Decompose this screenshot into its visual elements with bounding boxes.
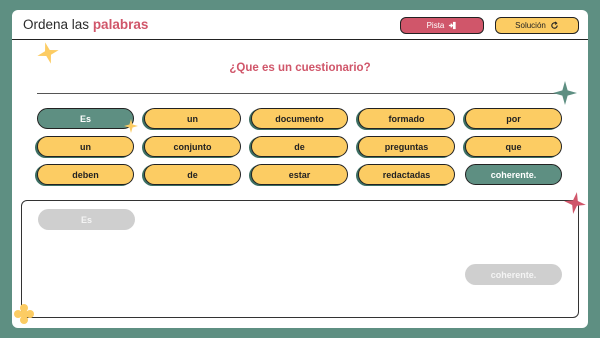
teal-star-icon — [553, 81, 577, 105]
word-chip-de[interactable]: de — [251, 136, 348, 157]
word-chip-un-2[interactable]: un — [37, 136, 134, 157]
word-chip-estar[interactable]: estar — [251, 164, 348, 185]
word-chip-deben[interactable]: deben — [37, 164, 134, 185]
pink-star-icon — [564, 192, 586, 214]
word-chip-por[interactable]: por — [465, 108, 562, 129]
word-chip-coherente[interactable]: coherente. — [465, 164, 562, 185]
answer-slot-last[interactable]: coherente. — [465, 264, 562, 285]
activity-card: Ordena las palabras Pista Solución ¿Que … — [12, 10, 588, 328]
word-chip-que[interactable]: que — [465, 136, 562, 157]
question-text: ¿Que es un cuestionario? — [229, 62, 371, 74]
answer-area[interactable]: Es coherente. — [21, 200, 579, 318]
word-chip-preguntas[interactable]: preguntas — [358, 136, 455, 157]
word-chip-documento[interactable]: documento — [251, 108, 348, 129]
title-prefix: Ordena las — [23, 17, 90, 32]
hint-door-icon — [448, 21, 457, 30]
word-chip-de-2[interactable]: de — [144, 164, 241, 185]
header-bar: Ordena las palabras Pista Solución — [12, 10, 588, 40]
yellow-star-icon — [37, 42, 59, 64]
page-title: Ordena las palabras — [23, 17, 148, 32]
title-accent: palabras — [92, 17, 149, 32]
solucion-label: Solución — [515, 21, 546, 30]
word-chip-conjunto[interactable]: conjunto — [144, 136, 241, 157]
solucion-button[interactable]: Solución — [495, 17, 579, 34]
refresh-icon — [550, 21, 559, 30]
pista-button[interactable]: Pista — [400, 17, 484, 34]
word-chip-formado[interactable]: formado — [358, 108, 455, 129]
word-chip-redactadas[interactable]: redactadas — [358, 164, 455, 185]
divider-line — [37, 93, 564, 94]
small-yellow-star-icon — [124, 119, 138, 133]
pista-label: Pista — [426, 21, 445, 30]
word-chip-un[interactable]: un — [144, 108, 241, 129]
yellow-flower-icon — [14, 304, 34, 324]
answer-slot-first[interactable]: Es — [38, 209, 135, 230]
word-chip-es[interactable]: Es — [37, 108, 134, 129]
